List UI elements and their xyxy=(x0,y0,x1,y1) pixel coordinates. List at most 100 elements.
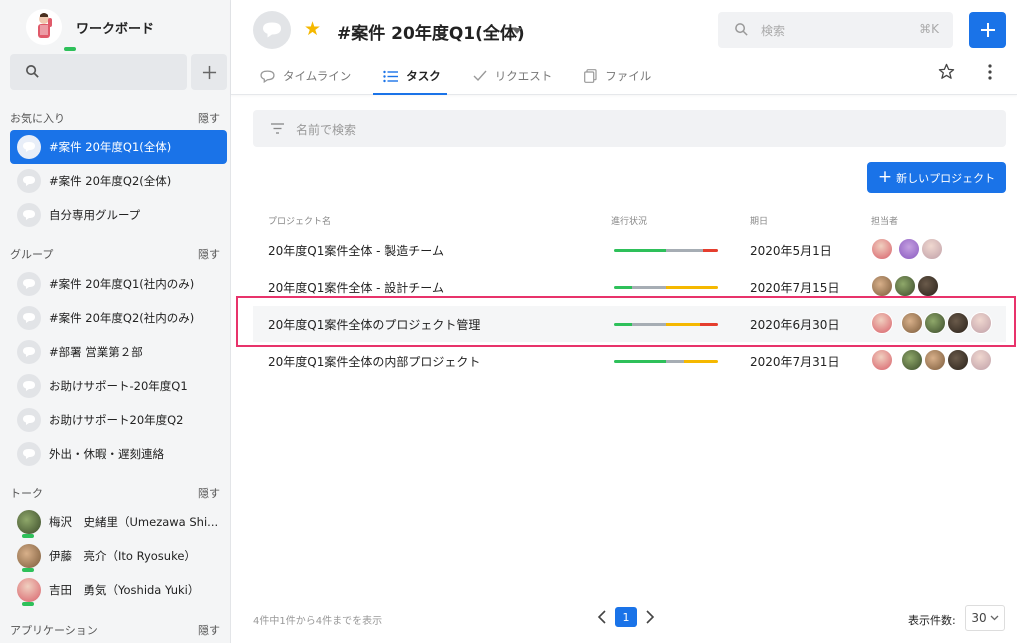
sidebar-item-label: 吉田 勇気（Yoshida Yuki） xyxy=(49,583,200,597)
due-date: 2020年5月1日 xyxy=(750,244,832,258)
chat-bubble-icon xyxy=(263,22,281,38)
section-title: お気に入り xyxy=(10,112,65,125)
workspace-header[interactable]: ワークボード xyxy=(26,9,154,51)
sidebar-item-group[interactable]: 外出・休暇・遅刻連絡 xyxy=(10,437,227,471)
chat-bubble-icon xyxy=(17,169,41,193)
section-title: アプリケーション xyxy=(10,624,98,637)
section-title: グループ xyxy=(10,248,54,261)
room-avatar[interactable] xyxy=(253,11,291,49)
avatar xyxy=(970,349,992,371)
project-name[interactable]: 20年度Q1案件全体 - 設計チーム xyxy=(268,279,444,296)
tab-label: タスク xyxy=(406,69,441,83)
favorite-star-icon[interactable]: ★ xyxy=(304,18,321,40)
table-row[interactable]: 20年度Q1案件全体 - 製造チーム 2020年5月1日 xyxy=(253,232,1006,268)
section-title: トーク xyxy=(10,487,43,500)
sidebar-search[interactable] xyxy=(10,54,187,90)
sidebar-item-group[interactable]: #部署 営業第２部 xyxy=(10,335,227,369)
tab-label: タイムライン xyxy=(283,69,352,83)
sidebar-item-favorite[interactable]: 自分専用グループ xyxy=(10,198,227,232)
chat-bubble-icon xyxy=(17,374,41,398)
sidebar-item-label: お助けサポート20年度Q2 xyxy=(49,413,184,427)
hide-groups-button[interactable]: 隠す xyxy=(198,246,220,262)
per-page-select[interactable]: 30 xyxy=(965,605,1005,631)
sidebar-item-label: 梅沢 史緒里（Umezawa Shi... xyxy=(49,515,219,529)
tab-requests[interactable]: リクエスト xyxy=(471,58,555,94)
column-header-name[interactable]: プロジェクト名 xyxy=(268,214,331,227)
workspace-avatar[interactable] xyxy=(26,9,62,45)
sidebar-item-label: 自分専用グループ xyxy=(49,208,141,222)
avatar xyxy=(871,238,893,260)
tab-timeline[interactable]: タイムライン xyxy=(258,58,353,94)
chevron-down-icon[interactable] xyxy=(512,28,522,34)
sidebar-item-group[interactable]: #案件 20年度Q1(社内のみ) xyxy=(10,267,227,301)
avatar xyxy=(924,349,946,371)
chat-bubble-icon xyxy=(260,69,275,83)
sidebar-item-talk[interactable]: 吉田 勇気（Yoshida Yuki） xyxy=(10,573,227,607)
assignee-list[interactable] xyxy=(871,349,993,371)
sidebar-item-talk[interactable]: 梅沢 史緒里（Umezawa Shi... xyxy=(10,505,227,539)
pagination: 1 xyxy=(597,607,655,627)
star-outline-icon[interactable] xyxy=(938,63,955,80)
search-icon xyxy=(26,65,39,78)
sidebar-add-button[interactable] xyxy=(191,54,227,90)
tab-label: ファイル xyxy=(605,69,652,83)
new-project-label: 新しいプロジェクト xyxy=(896,171,996,185)
progress-bar xyxy=(614,286,718,289)
tab-tasks[interactable]: タスク xyxy=(373,58,447,95)
due-date: 2020年7月31日 xyxy=(750,355,840,369)
add-button[interactable] xyxy=(969,12,1006,48)
project-name[interactable]: 20年度Q1案件全体 - 製造チーム xyxy=(268,242,444,259)
sidebar-item-favorite[interactable]: #案件 20年度Q2(全体) xyxy=(10,164,227,198)
sidebar-item-group[interactable]: お助けサポート-20年度Q1 xyxy=(10,369,227,403)
hide-talk-button[interactable]: 隠す xyxy=(198,485,220,501)
sidebar-item-label: #案件 20年度Q1(社内のみ) xyxy=(49,277,195,291)
more-vertical-icon[interactable] xyxy=(983,63,997,81)
tab-files[interactable]: ファイル xyxy=(582,58,653,94)
sidebar-item-favorite[interactable]: #案件 20年度Q1(全体) xyxy=(10,130,227,164)
progress-bar xyxy=(614,360,718,363)
search-input[interactable]: 検索 ⌘K xyxy=(718,12,953,48)
chat-bubble-icon xyxy=(17,203,41,227)
name-filter-input[interactable]: 名前で検索 xyxy=(253,110,1006,147)
project-name[interactable]: 20年度Q1案件全体の内部プロジェクト xyxy=(268,353,480,370)
chat-bubble-icon xyxy=(17,442,41,466)
filter-placeholder: 名前で検索 xyxy=(296,123,357,137)
avatar xyxy=(871,275,893,297)
assignee-list[interactable] xyxy=(871,238,944,260)
sidebar-item-talk[interactable]: 伊藤 亮介（Ito Ryosuke） xyxy=(10,539,227,573)
column-header-progress[interactable]: 進行状況 xyxy=(611,214,647,227)
per-page-value: 30 xyxy=(971,611,987,625)
avatar xyxy=(17,544,41,572)
highlight-box xyxy=(236,296,1016,347)
chat-bubble-icon xyxy=(17,306,41,330)
hide-apps-button[interactable]: 隠す xyxy=(198,622,220,638)
column-header-due-date[interactable]: 期日 xyxy=(750,214,768,227)
avatar xyxy=(917,275,939,297)
sidebar-item-group[interactable]: お助けサポート20年度Q2 xyxy=(10,403,227,437)
sidebar-item-group[interactable]: #案件 20年度Q2(社内のみ) xyxy=(10,301,227,335)
assignee-list[interactable] xyxy=(871,275,940,297)
per-page-label: 表示件数: xyxy=(908,614,956,627)
page-button[interactable]: 1 xyxy=(615,607,637,627)
due-date: 2020年7月15日 xyxy=(750,281,840,295)
chevron-right-icon[interactable] xyxy=(645,610,655,624)
sidebar-item-label: 外出・休暇・遅刻連絡 xyxy=(49,447,164,461)
room-title[interactable]: #案件 20年度Q1(全体) xyxy=(337,19,525,44)
chat-bubble-icon xyxy=(17,272,41,296)
checkmark-icon xyxy=(473,70,487,82)
chat-bubble-icon xyxy=(17,135,41,159)
plus-icon xyxy=(980,23,995,37)
favorites-header: お気に入り 隠す xyxy=(10,110,220,126)
online-indicator xyxy=(22,602,34,606)
sidebar-item-label: #案件 20年度Q2(全体) xyxy=(49,174,172,188)
column-header-assignees[interactable]: 担当者 xyxy=(871,214,898,227)
chevron-left-icon[interactable] xyxy=(597,610,607,624)
table-row[interactable]: 20年度Q1案件全体の内部プロジェクト 2020年7月31日 xyxy=(253,343,1006,379)
avatar xyxy=(921,238,943,260)
result-count: 4件中1件から4件までを表示 xyxy=(253,616,383,627)
online-indicator xyxy=(22,568,34,572)
new-project-button[interactable]: + 新しいプロジェクト xyxy=(867,162,1006,193)
hide-favorites-button[interactable]: 隠す xyxy=(198,110,220,126)
tab-label: リクエスト xyxy=(494,69,553,83)
groups-header: グループ 隠す xyxy=(10,246,220,262)
